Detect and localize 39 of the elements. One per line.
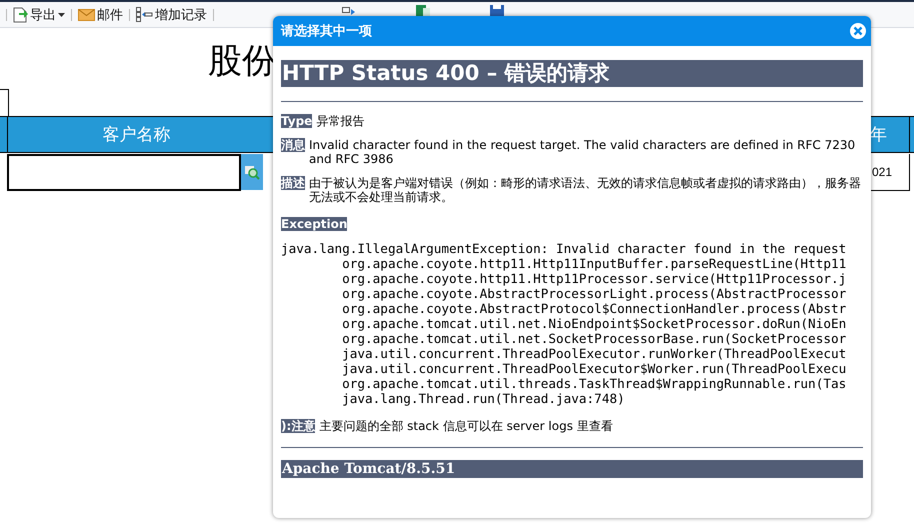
search-icon [244, 164, 260, 180]
grid-arrow-icon [136, 7, 153, 22]
stack-trace-line: java.lang.Thread.run(Thread.java:748) [341, 391, 625, 406]
document-icon [13, 6, 28, 22]
stack-trace-line: org.apache.tomcat.util.net.SocketProcessorBase.run(SocketProcessor [341, 331, 846, 346]
stack-trace-line: java.util.concurrent.ThreadPoolExecutor$Worker.run(ThreadPoolExecu [341, 361, 846, 376]
stack-trace-line: org.apache.coyote.AbstractProcessorLight.process(AbstractProcessor [341, 286, 846, 301]
note-text: 主要问题的全部 stack 信息可以在 server logs 里查看 [319, 419, 613, 433]
close-icon [849, 22, 867, 40]
field-label: Type [281, 114, 312, 128]
field-label: 消息 [281, 138, 305, 152]
field-label: ):注意 [281, 419, 316, 433]
row-delete-icon [342, 6, 356, 16]
lookup-button[interactable] [241, 154, 263, 190]
stack-trace-line: org.apache.coyote.AbstractProtocol$ConnectionHandler.process(Abstr [341, 301, 846, 316]
input-field[interactable] [7, 154, 241, 191]
field-text: 异常报告 [316, 114, 364, 128]
toolbar-button[interactable]: 邮件 [74, 4, 127, 26]
stack-trace-line: org.apache.coyote.http11.Http11Processor.service(Http11Processor.j [341, 271, 846, 286]
close-button[interactable] [849, 22, 867, 40]
spreadsheet-icon [416, 5, 430, 16]
toolbar-button[interactable]: 导出 [9, 4, 69, 26]
section-label: Exception [281, 217, 348, 231]
stack-trace-line: org.apache.tomcat.util.net.NioEndpoint$SocketProcessor.doRun(NioEn [341, 316, 846, 331]
stack-trace-line: org.apache.tomcat.util.threads.TaskThread$WrappingRunnable.run(Tas [341, 376, 846, 391]
stack-trace-line: java.lang.IllegalArgumentException: Invalid character found in the request [281, 241, 846, 256]
server-footer: Apache Tomcat/8.5.51 [281, 460, 863, 478]
error-heading: HTTP Status 400 – 错误的请求 [281, 60, 863, 87]
column-header: 客户名称 [7, 117, 265, 152]
floppy-icon [490, 5, 504, 16]
stack-trace-line: java.util.concurrent.ThreadPoolExecutor.runWorker(ThreadPoolExecut [341, 346, 846, 361]
envelope-icon [78, 8, 95, 20]
field-text: Invalid character found in the request target. The valid characters are defined in RFC 7230 and RFC 3986 [309, 138, 856, 166]
report-title: 股份 [208, 42, 276, 82]
field-label: 描述 [281, 176, 305, 190]
toolbar-button[interactable]: 增加记录 [132, 4, 211, 26]
dialog-title: 请选择其中一项 [281, 23, 372, 40]
stack-trace-line: org.apache.coyote.http11.Http11InputBuffer.parseRequestLine(Http11 [341, 256, 846, 271]
field-text: 由于被认为是客户端对错误（例如：畸形的请求语法、无效的请求信息帧或者虚拟的请求路由），服务器无法或不会处理当前请求。 [309, 176, 862, 204]
